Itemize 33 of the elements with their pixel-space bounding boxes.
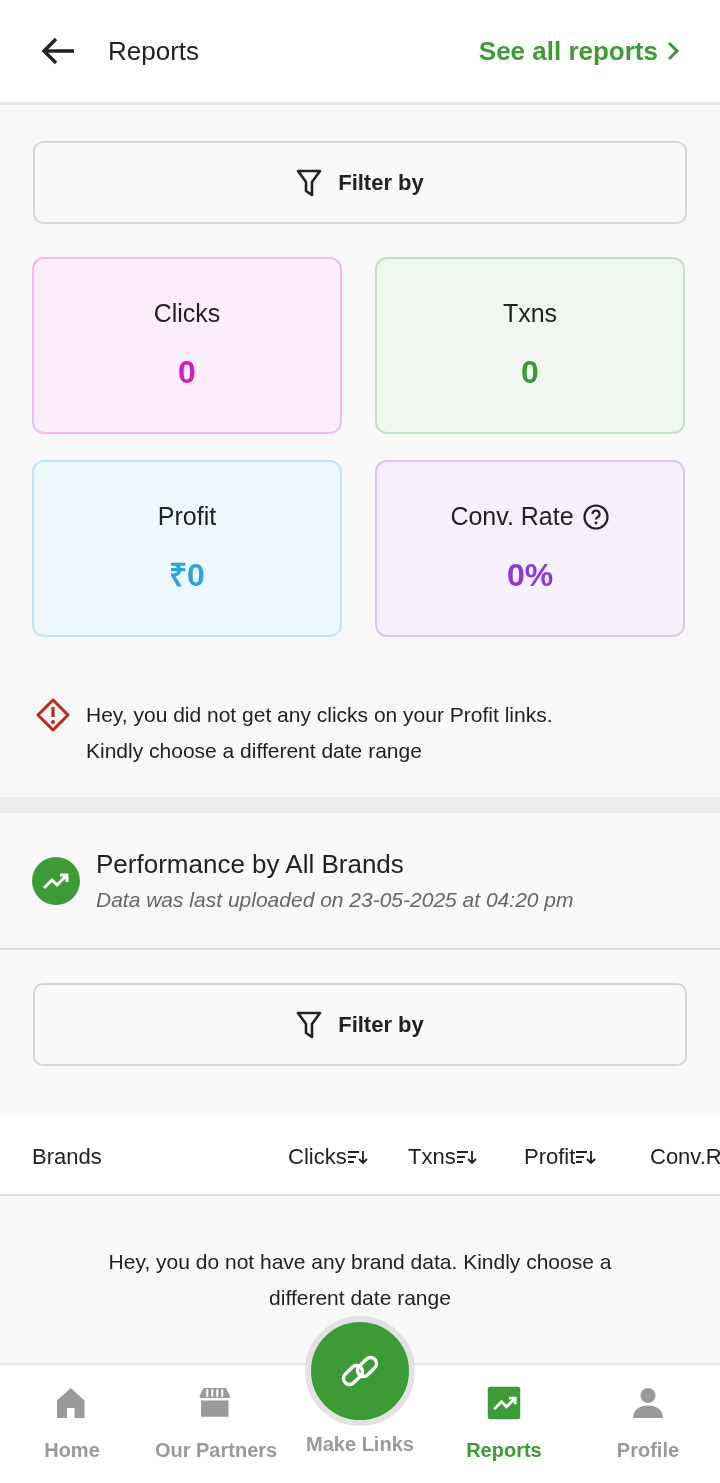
stat-label: Clicks (153, 297, 221, 329)
column-header[interactable]: Clicks (288, 1140, 369, 1173)
filter-button[interactable]: Filter by (33, 141, 687, 224)
nav-tab[interactable]: Make Links (306, 1429, 414, 1459)
column-header[interactable]: Profit (524, 1140, 598, 1173)
see-all-reports-link[interactable]: See all reports (478, 31, 680, 71)
nav-tab[interactable]: Profile (575, 1383, 720, 1465)
column-header[interactable]: Txns (408, 1140, 478, 1173)
stat-value: 0% (506, 556, 554, 596)
trend-icon (32, 856, 80, 905)
stat-label: Txns (502, 297, 558, 329)
stat-value: ₹0 (169, 556, 205, 596)
nav-tab[interactable]: Reports (431, 1383, 576, 1465)
stat-value: 0 (521, 353, 539, 393)
column-header: Brands (32, 1143, 102, 1171)
column-header: Conv.R (650, 1143, 720, 1171)
page-title: Reports (108, 34, 200, 68)
filter-icon (296, 167, 323, 198)
warning-icon (36, 698, 70, 732)
empty-state-message: Hey, you do not have any brand data. Kindly choose a different date range (107, 1249, 613, 1311)
stat-label: Profit (157, 500, 217, 532)
filter-icon (296, 1009, 323, 1040)
stat-value: 0 (178, 353, 196, 393)
filter-button[interactable]: Filter by (33, 983, 687, 1066)
last-updated-text: Data was last uploaded on 23-05-2025 at 04:20 pm (96, 887, 574, 914)
back-button[interactable] (40, 36, 76, 66)
stat-label: Conv. Rate (450, 500, 574, 532)
nav-tab[interactable]: Our Partners (144, 1383, 289, 1465)
warning-message: Hey, you did not get any clicks on your Profit links. Kindly choose a different date range (86, 702, 554, 764)
nav-tab[interactable]: Home (0, 1383, 144, 1465)
chevron-icon (666, 40, 680, 62)
section-title: Performance by All Brands (96, 848, 405, 882)
help-icon[interactable] (581, 502, 610, 531)
